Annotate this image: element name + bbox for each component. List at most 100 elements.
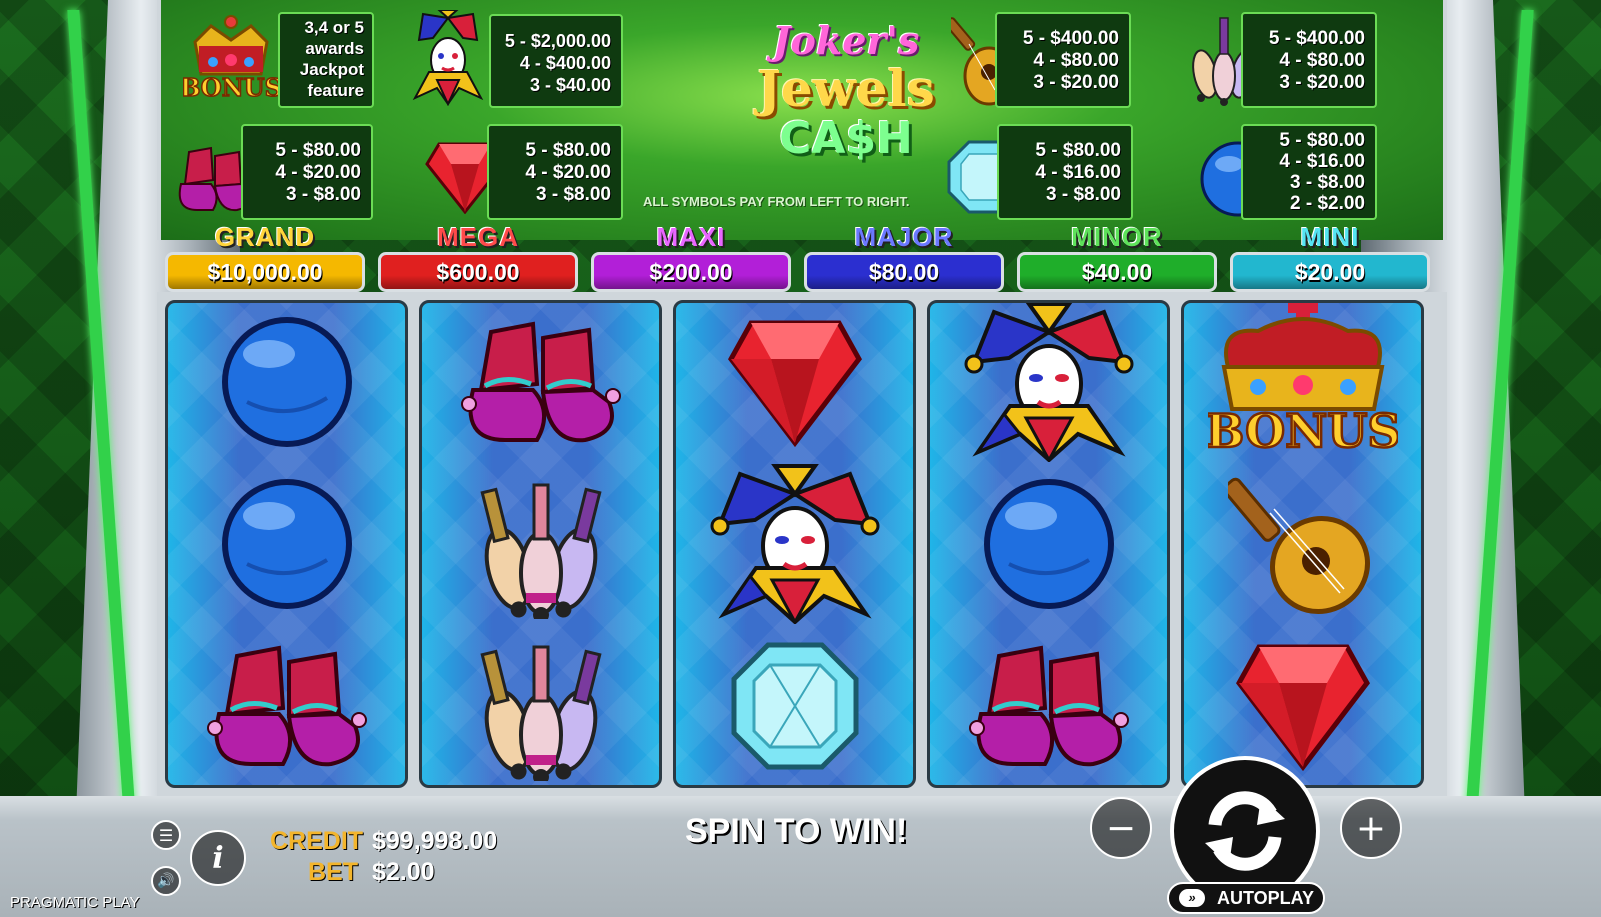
pins-pay-3: 3 - $20.00 [1279,72,1365,93]
bet-value: $2.00 [372,858,435,886]
paytable-joker: 5 - $2,000.00 4 - $400.00 3 - $40.00 [489,14,623,108]
juggling-pins-icon [466,469,616,623]
jackpot-mini: MINI $20.00 [1230,222,1430,294]
jackpot-name: GRAND [214,222,316,252]
reel-area: BONUS [157,292,1447,796]
jester-shoes-icon [968,636,1129,780]
lute-pay-3: 3 - $20.00 [1033,72,1119,93]
jackpot-value: $600.00 [378,252,578,292]
jackpot-value: $20.00 [1230,252,1430,292]
ruby-icon [1233,641,1373,775]
status-message: SPIN TO WIN! [685,812,908,850]
menu-button[interactable]: ☰ [151,820,181,850]
diamond-pay-3: 3 - $8.00 [1046,184,1121,205]
minus-icon: − [1105,807,1137,849]
diamond-icon [730,641,860,775]
sound-button[interactable]: 🔊 [151,866,181,896]
plus-icon: + [1355,807,1387,849]
ball-pay-3: 3 - $8.00 [1290,172,1365,193]
decrease-bet-button[interactable]: − [1090,797,1152,859]
ruby-pay-3: 3 - $8.00 [536,184,611,205]
blue-ball-icon [217,474,357,618]
bonus-symbol-text: BONUS [1208,404,1398,458]
jackpot-bar: GRAND $10,000.00 MEGA $600.00 MAXI $200.… [157,222,1447,294]
paytable-ruby: 5 - $80.00 4 - $20.00 3 - $8.00 [487,124,623,220]
reel-cell [676,303,913,465]
reel-cell [422,303,659,465]
paytable-pins: 5 - $400.00 4 - $80.00 3 - $20.00 [1241,12,1377,108]
paytable-bonus: 3,4 or 5 awards Jackpot feature [278,12,374,108]
shoes-pay-3: 3 - $8.00 [286,184,361,205]
blue-ball-icon [217,312,357,456]
paytable-lute: 5 - $400.00 4 - $80.00 3 - $20.00 [995,12,1131,108]
reel-cell [930,303,1167,465]
reel-cell [930,465,1167,627]
info-icon: i [212,840,224,876]
bonus-line-1: 3,4 or 5 [304,18,364,37]
jackpot-grand: GRAND $10,000.00 [165,222,365,294]
lute-icon [1222,469,1378,623]
lute-pay-5: 5 - $400.00 [1022,28,1119,49]
shoes-pay-5: 5 - $80.00 [275,140,361,161]
joker-icon [710,464,880,628]
reel-cell [422,465,659,627]
info-button[interactable]: i [190,830,246,886]
diamond-pay-4: 4 - $16.00 [1035,162,1121,183]
jackpot-value: $40.00 [1017,252,1217,292]
jackpot-mega: MEGA $600.00 [378,222,578,294]
reel-4 [927,300,1170,788]
logo-line-2: Jewels [757,59,935,118]
jackpot-name: MAXI [656,222,726,252]
bonus-crown-text: BONUS [183,73,279,102]
autoplay-button[interactable]: » AUTOPLAY [1167,882,1325,914]
pay-note: ALL SYMBOLS PAY FROM LEFT TO RIGHT. [643,194,910,209]
bonus-crown-icon: BONUS [1204,303,1401,471]
logo-line-1: Joker's [772,18,920,63]
credit-label: CREDIT [270,827,364,855]
jester-shoes-icon [206,636,367,780]
reel-3 [673,300,916,788]
joker-pay-4: 4 - $400.00 [519,53,611,73]
reel-5: BONUS [1181,300,1424,788]
reel-1 [165,300,408,788]
jackpot-name: MINI [1300,222,1360,252]
credit-value: $99,998.00 [372,827,498,855]
reel-cell [676,627,913,785]
paytable-ball: 5 - $80.00 4 - $16.00 3 - $8.00 2 - $2.0… [1241,124,1377,220]
reel-cell [930,627,1167,785]
ruby-pay-4: 4 - $20.00 [525,162,611,183]
pins-pay-5: 5 - $400.00 [1268,28,1365,49]
ball-pay-2: 2 - $2.00 [1290,193,1365,214]
bonus-line-4: feature [307,81,364,100]
jackpot-value: $10,000.00 [165,252,365,292]
reel-cell [676,464,913,628]
ruby-icon [725,317,865,451]
jester-shoes-icon [460,312,621,456]
ruby-pay-5: 5 - $80.00 [525,140,611,161]
reel-cell [168,303,405,465]
joker-icon [964,303,1134,466]
paytable: BONUS 3,4 or 5 awards Jackpot feature 5 … [157,0,1447,240]
jackpot-maxi: MAXI $200.00 [591,222,791,294]
provider-brand: PRAGMATIC PLAY [10,894,140,911]
reel-cell [422,627,659,785]
blue-ball-icon [979,474,1119,618]
jackpot-name: MEGA [437,222,519,252]
shoes-pay-4: 4 - $20.00 [275,162,361,183]
fast-play-icon: » [1179,889,1205,907]
speaker-icon: 🔊 [157,873,175,889]
bonus-crown-icon: BONUS [179,12,283,106]
joker-pay-3: 3 - $40.00 [529,75,611,95]
autoplay-label: AUTOPLAY [1217,888,1315,908]
reel-2 [419,300,662,788]
pins-pay-4: 4 - $80.00 [1279,50,1365,71]
lute-pay-4: 4 - $80.00 [1033,50,1119,71]
ball-pay-4: 4 - $16.00 [1279,151,1365,172]
paytable-diamond: 5 - $80.00 4 - $16.00 3 - $8.00 [997,124,1133,220]
joker-icon [411,9,485,110]
jackpot-name: MINOR [1071,222,1163,252]
bet-label: BET [308,858,358,886]
reel-cell [1184,465,1421,627]
increase-bet-button[interactable]: + [1340,797,1402,859]
bonus-line-2: awards [305,39,364,58]
